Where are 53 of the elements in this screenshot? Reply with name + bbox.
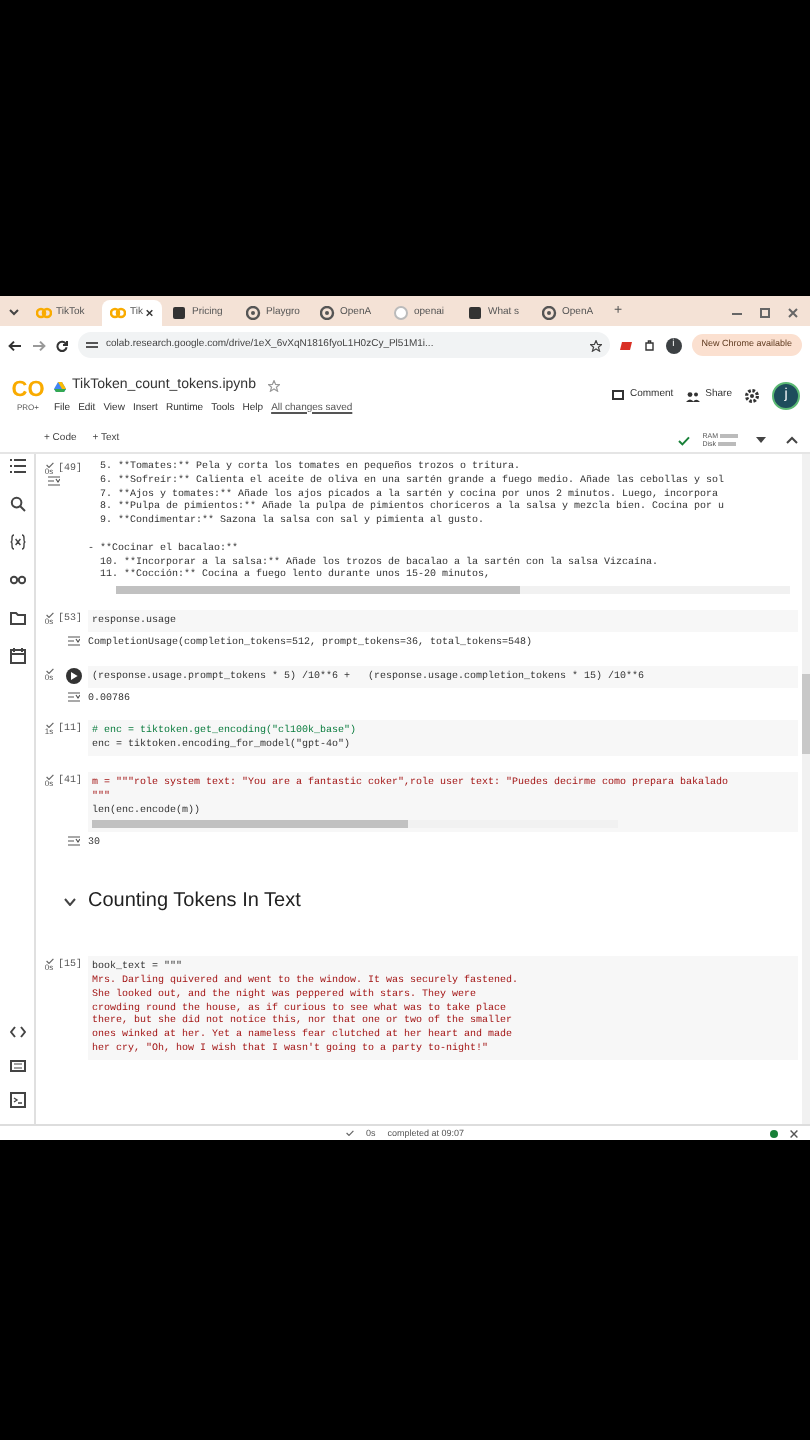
search-icon[interactable] (9, 496, 25, 512)
colab-logo-icon (110, 306, 126, 320)
knot-logo-icon (246, 306, 262, 320)
minimize-icon[interactable] (732, 308, 742, 318)
keyboard-icon[interactable] (9, 1058, 25, 1074)
forward-arrow-icon[interactable] (32, 339, 46, 351)
horizontal-scrollbar[interactable] (92, 820, 619, 829)
colab-logo: CO (11, 380, 45, 402)
section-heading: Counting Tokens In Text (88, 888, 301, 917)
site-settings-icon (86, 340, 98, 350)
output-toggle-icon[interactable] (68, 635, 80, 646)
output-toggle-icon[interactable] (48, 476, 60, 486)
close-icon[interactable] (146, 308, 154, 318)
code-icon[interactable] (9, 1024, 25, 1040)
checkmark-icon (45, 462, 53, 468)
collapse-caret-icon[interactable] (786, 436, 798, 444)
reload-icon[interactable] (56, 339, 68, 351)
checkmark-icon (678, 435, 691, 445)
extension-icon[interactable] (619, 339, 634, 351)
checkmark-icon (345, 1130, 354, 1136)
settings-icon[interactable] (744, 388, 760, 404)
star-icon[interactable] (589, 339, 602, 351)
calendar-icon[interactable] (9, 648, 25, 664)
knot-logo-icon (320, 306, 336, 320)
circle-icon (394, 306, 410, 320)
terminal-icon[interactable] (9, 1092, 25, 1108)
checkmark-icon (45, 667, 53, 674)
dropdown-caret-icon[interactable] (756, 436, 766, 444)
folder-icon[interactable] (9, 610, 25, 626)
play-icon (70, 671, 78, 680)
checkmark-icon (45, 612, 53, 619)
checkmark-icon (45, 773, 53, 780)
horizontal-scrollbar[interactable] (116, 586, 790, 595)
checkmark-icon (45, 958, 53, 965)
table-of-contents-icon[interactable] (9, 458, 25, 474)
close-icon[interactable] (788, 308, 798, 318)
knot-logo-icon (542, 306, 558, 320)
star-icon[interactable] (267, 380, 280, 393)
maximize-icon[interactable] (760, 308, 770, 318)
run-cell-button[interactable] (66, 667, 82, 684)
output-toggle-icon[interactable] (68, 691, 80, 702)
people-icon (685, 391, 700, 401)
output-toggle-icon[interactable] (68, 836, 80, 847)
square-logo-icon (172, 306, 188, 320)
collapse-caret-icon[interactable] (64, 897, 76, 906)
comment-icon (611, 390, 624, 402)
variables-icon[interactable] (9, 534, 25, 550)
drive-icon (54, 381, 66, 392)
colab-logo-icon (36, 306, 52, 320)
back-arrow-icon[interactable] (8, 339, 22, 351)
close-icon[interactable] (790, 1129, 798, 1137)
square-logo-icon (468, 306, 484, 320)
checkmark-icon (45, 722, 53, 729)
